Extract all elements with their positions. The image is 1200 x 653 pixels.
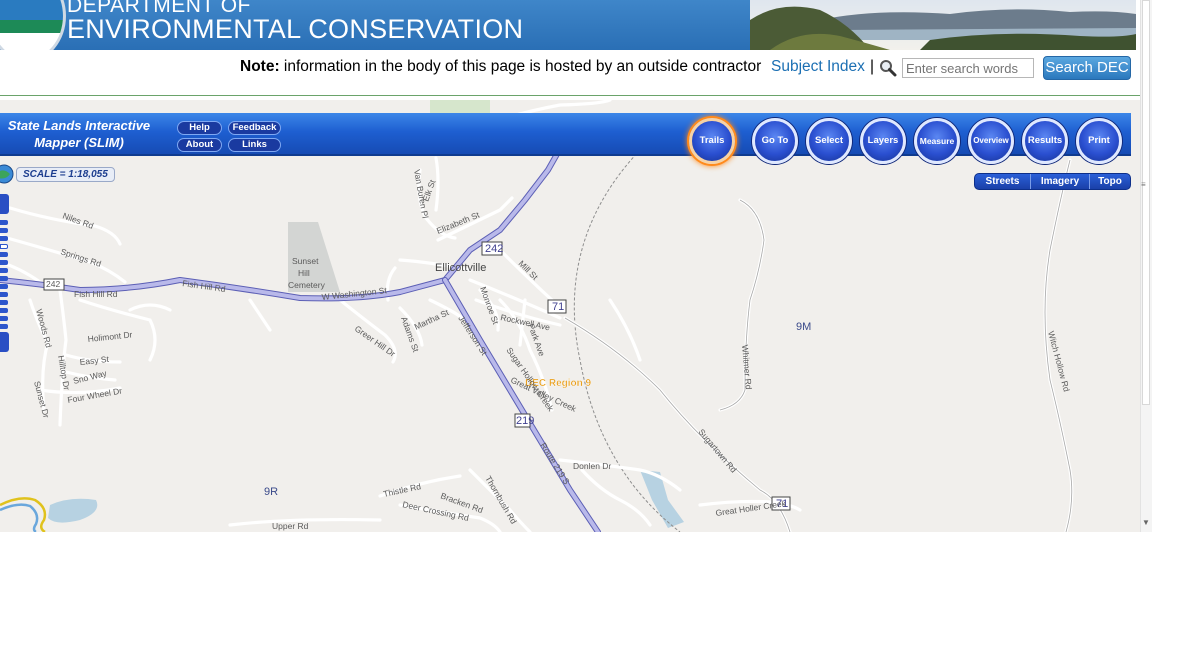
- note-label: Note:: [240, 58, 280, 75]
- zoom-level-tick[interactable]: [0, 292, 8, 297]
- hwy-242: 242: [485, 243, 503, 255]
- road-sugartown: Sugartown Rd: [696, 427, 738, 475]
- zoom-level-tick[interactable]: [0, 308, 8, 313]
- search-input[interactable]: [902, 58, 1034, 78]
- scroll-down-arrow-icon[interactable]: ▼: [1141, 518, 1151, 530]
- cemetery-label-1: Sunset: [292, 256, 319, 266]
- dec-logo-icon[interactable]: [0, 0, 66, 50]
- road-whitmer: Whitmer Rd: [740, 344, 754, 390]
- link-separator: |: [870, 58, 875, 75]
- zoom-level-tick[interactable]: [0, 324, 8, 329]
- road-fish-hill-2: Fish Hill Rd: [182, 278, 227, 294]
- map-scale: SCALE = 1:18,055: [16, 167, 115, 182]
- cemetery-label-2: Hill: [298, 268, 310, 278]
- zoom-in-button[interactable]: [0, 194, 9, 214]
- road-holimont: Holimont Dr: [87, 329, 133, 344]
- select-tool-button[interactable]: Select: [806, 118, 852, 164]
- road-upper: Upper Rd: [272, 521, 309, 531]
- department-title-line2: ENVIRONMENTAL CONSERVATION: [67, 14, 524, 44]
- map-canvas[interactable]: 242 71 219 71 242 Ellicottville Sunset H…: [0, 100, 1140, 532]
- zoom-level-tick[interactable]: [0, 236, 8, 241]
- feedback-button[interactable]: Feedback: [228, 121, 281, 135]
- zoom-level-tick[interactable]: [0, 220, 8, 225]
- note-text: information in the body of this page is …: [279, 58, 762, 75]
- zoom-level-tick[interactable]: [0, 228, 8, 233]
- minor-road-casings: [564, 159, 1073, 532]
- road-easy: Easy St: [79, 354, 110, 367]
- subject-index-link[interactable]: Subject Index: [771, 58, 865, 76]
- magnifier-icon: [880, 60, 897, 77]
- road-niles: Niles Rd: [61, 210, 95, 230]
- road-four-wheel: Four Wheel Dr: [67, 385, 123, 404]
- hwy-242-west: 242: [46, 279, 60, 289]
- street-map[interactable]: 242 71 219 71 242 Ellicottville Sunset H…: [0, 100, 1140, 532]
- road-springs: Springs Rd: [59, 246, 102, 269]
- cemetery-label-3: Cemetery: [288, 280, 326, 290]
- zone-9r-label: 9R: [264, 486, 278, 498]
- road-thornbush: Thornbush Rd: [483, 474, 519, 526]
- outside-contractor-note: Note: information in the body of this pa…: [240, 58, 761, 78]
- road-martha: Martha St: [413, 307, 451, 332]
- road-hilltop: Hilltop Dr: [56, 355, 72, 391]
- road-woods: Woods Rd: [34, 308, 54, 349]
- slim-toolbar: State Lands Interactive Mapper (SLIM): [0, 113, 1131, 156]
- state-land-boundary: [0, 497, 47, 532]
- imagery-layer-tab[interactable]: Imagery: [1031, 174, 1090, 189]
- overview-tool-button[interactable]: Overview: [968, 118, 1014, 164]
- browser-page: DEPARTMENT OF ENVIRONMENTAL CONSERVATION…: [0, 0, 1200, 653]
- pond-west: [48, 498, 98, 523]
- road-sno-way: Sno Way: [72, 368, 108, 386]
- globe-icon[interactable]: [0, 164, 14, 184]
- help-button[interactable]: Help: [177, 121, 222, 135]
- road-thistle: Thistle Rd: [382, 481, 422, 499]
- hwy-71-north: 71: [552, 301, 564, 313]
- search-dec-button[interactable]: Search DEC: [1043, 56, 1131, 80]
- railroad: [573, 149, 681, 532]
- road-route-219: Route 219 S: [538, 441, 572, 487]
- road-jefferson: Jefferson St: [456, 314, 489, 358]
- minor-roads: [0, 100, 1074, 532]
- scrollbar-grip-icon: ≡: [1141, 180, 1146, 189]
- zoom-level-tick[interactable]: [0, 316, 8, 321]
- goto-tool-button[interactable]: Go To: [752, 118, 798, 164]
- trails-tool-button[interactable]: Trails: [689, 118, 735, 164]
- zoom-level-tick[interactable]: [0, 260, 8, 265]
- topo-layer-tab[interactable]: Topo: [1090, 174, 1130, 189]
- links-button[interactable]: Links: [228, 138, 281, 152]
- hwy-219: 219: [516, 415, 534, 427]
- measure-tool-button[interactable]: Measure: [914, 118, 960, 164]
- results-tool-button[interactable]: Results: [1022, 118, 1068, 164]
- hudson-landscape-image: [750, 0, 1136, 50]
- road-donlen: Donlen Dr: [573, 461, 611, 471]
- road-sunset: Sunset Dr: [32, 380, 51, 419]
- header-divider: [0, 95, 1140, 96]
- zoom-level-tick[interactable]: [0, 252, 8, 257]
- zoom-level-tick[interactable]: [0, 276, 8, 281]
- dec-header-banner: DEPARTMENT OF ENVIRONMENTAL CONSERVATION: [0, 0, 1136, 50]
- streets-layer-tab[interactable]: Streets: [975, 174, 1031, 189]
- zoom-level-tick[interactable]: [0, 268, 8, 273]
- layers-tool-button[interactable]: Layers: [860, 118, 906, 164]
- base-layer-switcher: Streets Imagery Topo: [974, 173, 1131, 190]
- print-tool-button[interactable]: Print: [1076, 118, 1122, 164]
- zoom-out-button[interactable]: [0, 332, 9, 352]
- page-scrollbar-thumb[interactable]: [1142, 0, 1150, 405]
- about-button[interactable]: About: [177, 138, 222, 152]
- town-label: Ellicottville: [435, 262, 486, 274]
- zoom-slider-thumb[interactable]: [0, 244, 8, 249]
- zoom-level-tick[interactable]: [0, 300, 8, 305]
- zone-9m-label: 9M: [796, 321, 811, 333]
- road-fish-hill-1: Fish Hill Rd: [74, 289, 118, 299]
- app-title: State Lands Interactive Mapper (SLIM): [7, 118, 151, 150]
- zoom-level-tick[interactable]: [0, 284, 8, 289]
